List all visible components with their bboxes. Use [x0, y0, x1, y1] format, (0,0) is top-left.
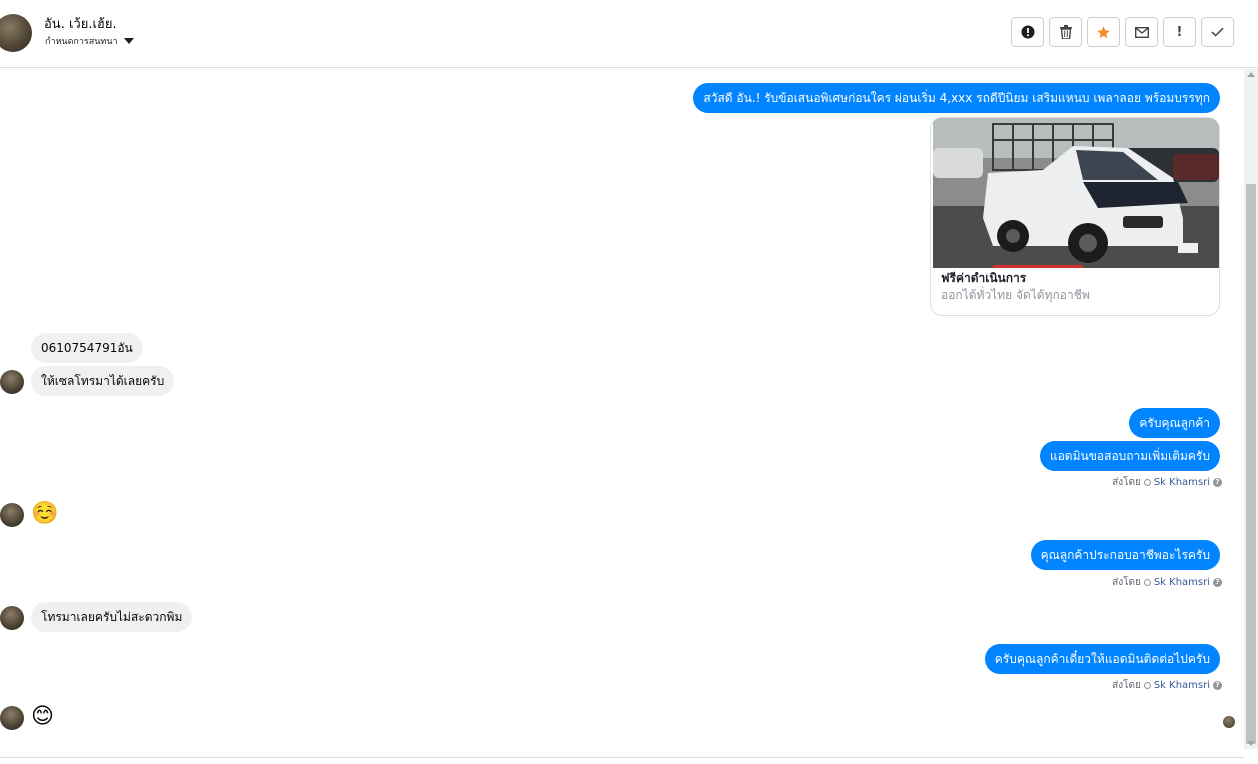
- agent-status-icon: [1143, 579, 1151, 586]
- sent-by-info: ส่งโดย Sk Khamsri ?: [1112, 475, 1222, 490]
- mark-unread-button[interactable]: [1125, 17, 1158, 47]
- agent-name[interactable]: Sk Khamsri: [1154, 477, 1210, 488]
- check-icon: [1211, 27, 1224, 37]
- message-outgoing[interactable]: แอดมินขอสอบถามเพิ่มเติมครับ: [1039, 441, 1220, 471]
- message-thread[interactable]: สวัสดี อัน.! รับข้อเสนอพิเศษก่อนใคร ผ่อน…: [0, 69, 1244, 757]
- help-icon[interactable]: ?: [1213, 478, 1222, 487]
- divider: [0, 757, 1244, 758]
- conversation-header: อัน. เว้ย.เฮ้ย. กำหนดการสนทนา !: [0, 0, 1258, 68]
- emoji-message[interactable]: 😊: [31, 704, 54, 730]
- scroll-up-arrow-icon[interactable]: [1247, 72, 1255, 77]
- message-outgoing[interactable]: ครับคุณลูกค้า: [1129, 408, 1220, 438]
- agent-status-icon: [1143, 682, 1151, 689]
- contact-avatar-small[interactable]: [0, 370, 24, 394]
- message-incoming[interactable]: โทรมาเลยครับไม่สะดวกพิม: [31, 602, 193, 632]
- contact-avatar-small[interactable]: [0, 606, 24, 630]
- agent-name[interactable]: Sk Khamsri: [1154, 577, 1210, 588]
- read-receipt-avatar: [1223, 716, 1235, 728]
- contact-avatar-small[interactable]: [0, 706, 24, 730]
- agent-name[interactable]: Sk Khamsri: [1154, 680, 1210, 691]
- alert-circle-icon: [1021, 25, 1034, 39]
- sent-by-label: ส่งโดย: [1112, 477, 1141, 488]
- message-incoming[interactable]: 0610754791อัน: [31, 333, 143, 363]
- link-card[interactable]: ฟรีค่าดำเนินการ ออกได้ทั่วไทย จัดได้ทุกอ…: [930, 117, 1220, 316]
- star-button[interactable]: [1087, 17, 1120, 47]
- agent-status-icon: [1143, 479, 1151, 486]
- caret-down-icon: [123, 38, 134, 44]
- contact-name[interactable]: อัน. เว้ย.เฮ้ย.: [44, 13, 117, 34]
- help-icon[interactable]: ?: [1213, 681, 1222, 690]
- scrollbar[interactable]: [1244, 69, 1258, 749]
- mark-done-button[interactable]: [1201, 17, 1234, 47]
- mark-spam-button[interactable]: [1011, 17, 1044, 47]
- help-icon[interactable]: ?: [1213, 578, 1222, 587]
- trash-icon: [1059, 25, 1072, 39]
- message-incoming[interactable]: ให้เซลโทรมาได้เลยครับ: [31, 366, 175, 396]
- envelope-icon: [1134, 26, 1149, 38]
- sent-by-info: ส่งโดย Sk Khamsri ?: [1112, 678, 1222, 693]
- sent-by-info: ส่งโดย Sk Khamsri ?: [1112, 575, 1222, 590]
- delete-button[interactable]: [1049, 17, 1082, 47]
- contact-avatar-small[interactable]: [0, 503, 24, 527]
- card-image: [933, 118, 1219, 268]
- exclamation-icon: !: [1176, 24, 1183, 40]
- conversation-status-label: กำหนดการสนทนา: [45, 37, 118, 47]
- scroll-down-arrow-icon[interactable]: [1247, 741, 1255, 746]
- conversation-status-dropdown[interactable]: กำหนดการสนทนา: [45, 34, 134, 48]
- sent-by-label: ส่งโดย: [1112, 577, 1141, 588]
- message-outgoing[interactable]: ครับคุณลูกค้าเดี๋ยวให้แอดมินติดต่อไปครับ: [984, 644, 1220, 674]
- scrollbar-thumb[interactable]: [1246, 184, 1256, 744]
- message-outgoing[interactable]: คุณลูกค้าประกอบอาชีพอะไรครับ: [1030, 540, 1220, 570]
- follow-up-button[interactable]: !: [1163, 17, 1196, 47]
- emoji-message[interactable]: ☺️: [31, 501, 58, 527]
- conversation-toolbar: !: [1011, 17, 1234, 47]
- sent-by-label: ส่งโดย: [1112, 680, 1141, 691]
- message-outgoing[interactable]: สวัสดี อัน.! รับข้อเสนอพิเศษก่อนใคร ผ่อน…: [693, 83, 1220, 113]
- card-description: ออกได้ทั่วไทย จัดได้ทุกอาชีพ: [941, 288, 1090, 302]
- contact-avatar[interactable]: [0, 14, 32, 52]
- star-icon: [1097, 25, 1110, 38]
